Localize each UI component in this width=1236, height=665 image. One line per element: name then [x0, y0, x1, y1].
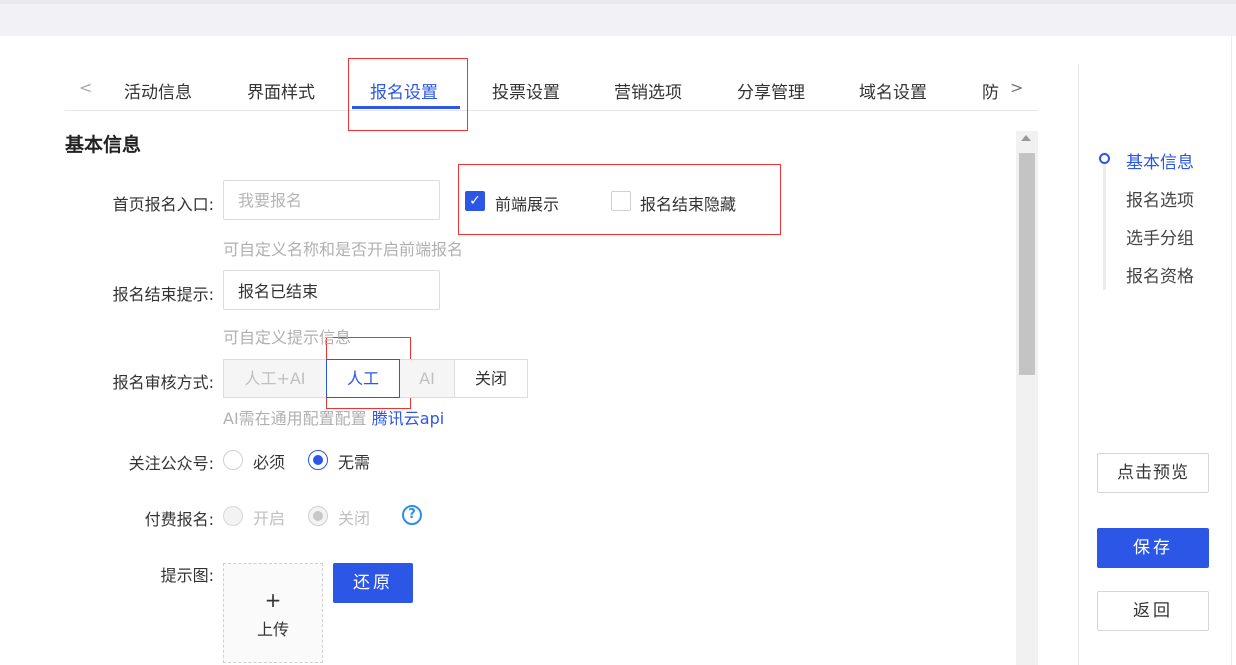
upload-text: 上传 [256, 620, 289, 639]
follow-required-label: 必须 [253, 453, 286, 472]
anchor-registration-qualification[interactable]: 报名资格 [1126, 262, 1194, 287]
anchor-active-dot-icon [1099, 153, 1110, 164]
settings-tabs: < 活动信息 界面样式 报名设置 投票设置 营销选项 分享管理 域名设置 防 > [65, 68, 1038, 111]
help-icon[interactable]: ? [402, 505, 422, 525]
paid-on-radio[interactable] [223, 506, 243, 526]
anchor-track [1103, 152, 1106, 290]
hide-after-end-label: 报名结束隐藏 [640, 195, 737, 214]
end-tip-hint: 可自定义提示信息 [223, 328, 352, 347]
tab-prev-icon[interactable]: < [79, 78, 92, 97]
right-edge-divider [1231, 36, 1232, 665]
tencent-cloud-api-link[interactable]: 腾讯云api [372, 409, 444, 428]
entry-hint: 可自定义名称和是否开启前端报名 [223, 240, 464, 259]
tab-marketing-options[interactable]: 营销选项 [614, 78, 682, 103]
paid-off-label: 关闭 [338, 509, 371, 528]
tab-next-icon[interactable]: > [1010, 78, 1023, 97]
entry-label: 首页报名入口: [112, 195, 214, 214]
restore-button[interactable]: 还原 [333, 563, 413, 603]
end-tip-input[interactable] [223, 270, 440, 310]
review-option-human[interactable]: 人工 [326, 359, 400, 398]
tab-vote-settings[interactable]: 投票设置 [492, 78, 560, 103]
section-title: 基本信息 [65, 134, 142, 156]
active-tab-indicator [352, 106, 460, 109]
frontend-show-label: 前端展示 [495, 195, 560, 214]
review-hint-text: AI需在通用配置配置 [223, 409, 367, 428]
paid-on-label: 开启 [253, 509, 286, 528]
follow-required-radio[interactable] [223, 450, 243, 470]
tab-share-management[interactable]: 分享管理 [737, 78, 805, 103]
sidebar-divider [1078, 64, 1079, 665]
frontend-show-checkbox[interactable]: ✓ [465, 191, 485, 211]
scrollbar-thumb[interactable] [1019, 153, 1035, 375]
follow-not-required-label: 无需 [338, 453, 371, 472]
paid-label: 付费报名: [144, 510, 214, 529]
tab-interface-style[interactable]: 界面样式 [247, 78, 315, 103]
hide-after-end-checkbox[interactable] [611, 191, 631, 211]
entry-name-input[interactable] [223, 180, 440, 220]
tab-registration-settings[interactable]: 报名设置 [370, 78, 438, 103]
preview-button[interactable]: 点击预览 [1097, 453, 1209, 493]
follow-not-required-radio[interactable] [308, 450, 328, 470]
back-button[interactable]: 返回 [1097, 591, 1209, 631]
review-option-off[interactable]: 关闭 [454, 359, 528, 398]
anchor-player-groups[interactable]: 选手分组 [1126, 224, 1194, 249]
tab-more[interactable]: 防 [982, 78, 999, 103]
anchor-basic-info[interactable]: 基本信息 [1126, 148, 1194, 173]
image-upload[interactable]: + 上传 [223, 563, 323, 663]
scrollbar[interactable] [1016, 131, 1038, 665]
review-hint: AI需在通用配置配置 腾讯云api [223, 405, 444, 429]
follow-label: 关注公众号: [128, 454, 214, 473]
review-option-ai[interactable]: AI [399, 359, 455, 398]
scroll-up-icon[interactable] [1021, 135, 1031, 141]
save-button[interactable]: 保存 [1097, 528, 1209, 568]
plus-icon: + [264, 588, 282, 612]
top-bar [0, 0, 1236, 36]
tab-domain-settings[interactable]: 域名设置 [859, 78, 927, 103]
review-option-human-ai[interactable]: 人工+AI [223, 359, 327, 398]
anchor-registration-options[interactable]: 报名选项 [1126, 186, 1194, 211]
end-tip-label: 报名结束提示: [112, 285, 214, 304]
tab-activity-info[interactable]: 活动信息 [124, 78, 192, 103]
paid-off-radio[interactable] [308, 506, 328, 526]
tip-image-label: 提示图: [160, 566, 214, 585]
review-label: 报名审核方式: [112, 373, 214, 392]
